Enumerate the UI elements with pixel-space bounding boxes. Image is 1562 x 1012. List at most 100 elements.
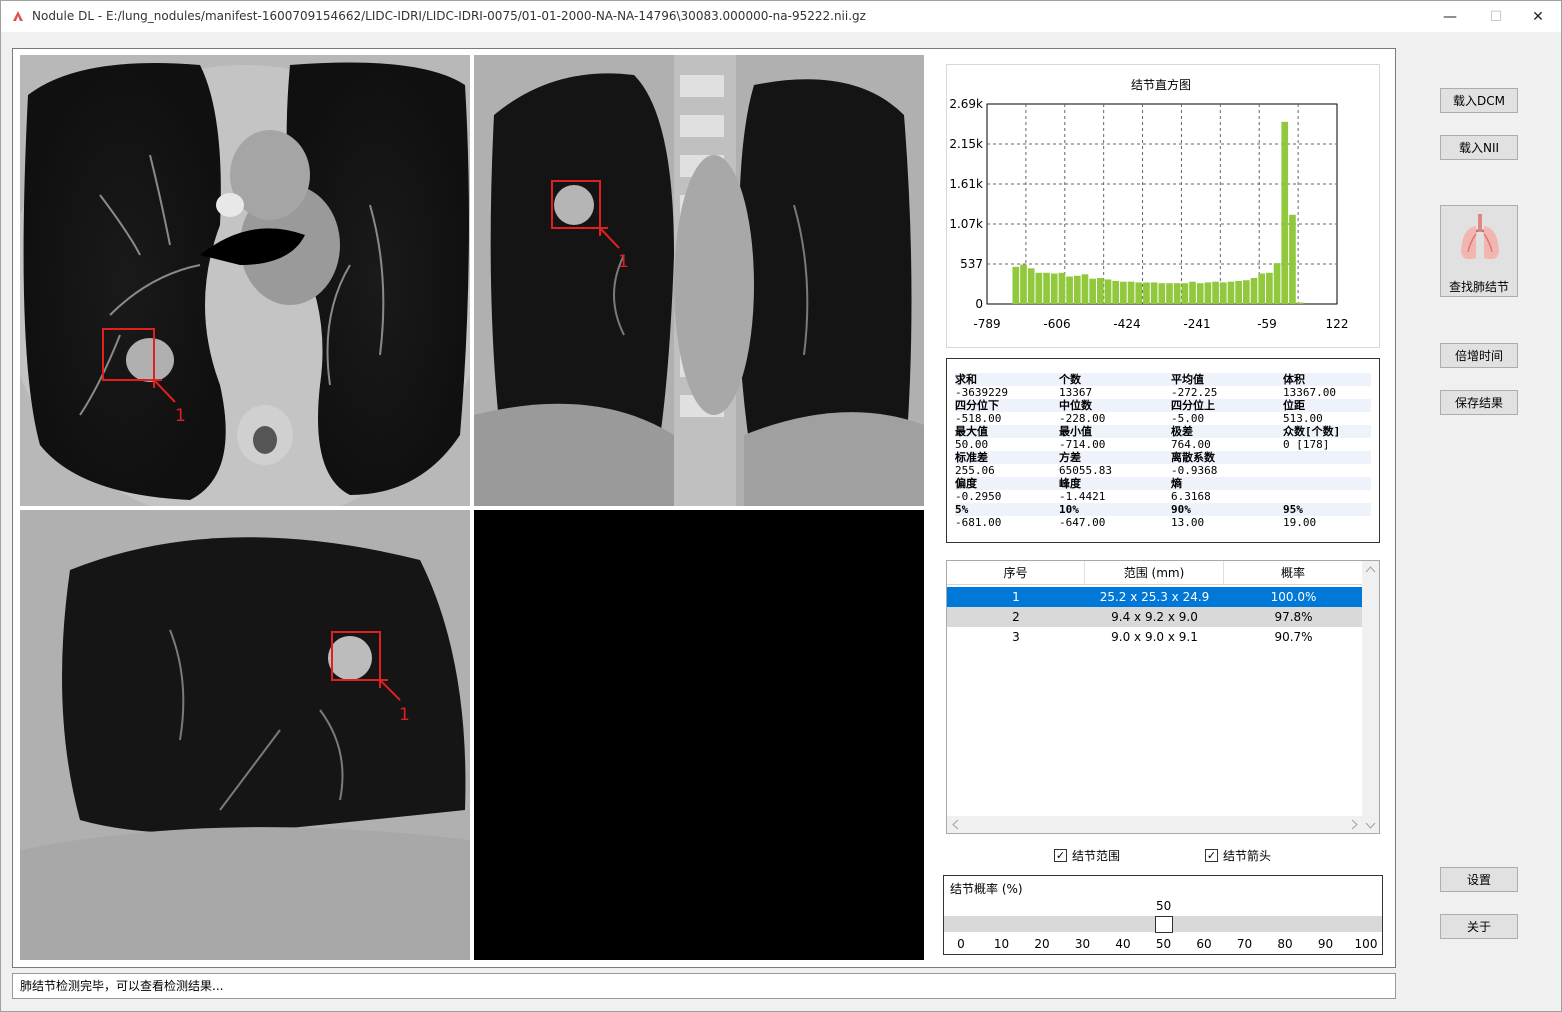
- stat-label: 个数: [1059, 373, 1081, 386]
- histogram-bar: [1204, 282, 1212, 304]
- slider-tick-label: 10: [993, 937, 1010, 951]
- title-bar: Nodule DL - E:/lung_nodules/manifest-160…: [1, 1, 1561, 32]
- sagittal-ct-viewer[interactable]: 1: [20, 510, 470, 960]
- coronal-nodule-label: 1: [618, 252, 629, 272]
- stat-value: 255.06: [955, 464, 995, 477]
- stats-label-row: 5% 10% 90% 95%: [955, 503, 1371, 516]
- settings-button[interactable]: 设置: [1440, 867, 1518, 892]
- table-row[interactable]: 1 25.2 x 25.3 x 24.9 100.0%: [947, 587, 1363, 607]
- cell-index: 2: [1012, 610, 1020, 624]
- stat-label: 众数[个数]: [1283, 425, 1341, 438]
- axial-ct-viewer[interactable]: 1: [20, 55, 470, 506]
- stats-value-row: -518.00 -228.00 -5.00 513.00: [955, 412, 1371, 425]
- minimize-button[interactable]: —: [1427, 1, 1473, 32]
- slider-tick-label: 0: [957, 937, 965, 951]
- stat-label: 10%: [1059, 503, 1079, 516]
- column-header-index[interactable]: 序号: [947, 561, 1085, 585]
- table-header: 序号 范围 (mm) 概率: [947, 561, 1363, 585]
- stats-value-row: -3639229 13367 -272.25 13367.00: [955, 386, 1371, 399]
- stat-value: -272.25: [1171, 386, 1218, 399]
- window-title: Nodule DL - E:/lung_nodules/manifest-160…: [32, 9, 866, 23]
- x-tick-label: -606: [1043, 317, 1070, 331]
- column-header-range[interactable]: 范围 (mm): [1085, 561, 1224, 585]
- table-row[interactable]: 2 9.4 x 9.2 x 9.0 97.8%: [947, 607, 1363, 627]
- y-tick-label: 1.61k: [949, 177, 983, 191]
- stat-value: -518.00: [955, 412, 1002, 425]
- stat-label: 标准差: [955, 451, 988, 464]
- nodule-table: 序号 范围 (mm) 概率 1 25.2 x 25.3 x 24.9 100.0% 2…: [946, 560, 1380, 834]
- load-nii-button[interactable]: 载入NII: [1440, 135, 1518, 160]
- table-vertical-scrollbar[interactable]: [1362, 561, 1379, 833]
- stat-value: -681.00: [955, 516, 1002, 529]
- histogram-title: 结节直方图: [1131, 77, 1191, 92]
- show-range-checkbox[interactable]: ✓ 结节范围: [1054, 847, 1120, 864]
- stat-label: 方差: [1059, 451, 1081, 464]
- stat-value: -1.4421: [1059, 490, 1106, 503]
- histogram-bar: [1266, 272, 1273, 304]
- histogram-chart: 结节直方图 0 537 1.07k 1.61k 2.15k 2.69k -789 -606 -…: [949, 77, 1348, 331]
- scroll-up-icon: [1365, 566, 1376, 573]
- stat-value: 13367: [1059, 386, 1093, 399]
- table-horizontal-scrollbar[interactable]: [947, 816, 1363, 833]
- lungs-icon: [1461, 214, 1499, 260]
- histogram-panel: 结节直方图 0 537 1.07k 1.61k 2.15k 2.69k -789 -606 -…: [946, 64, 1380, 348]
- slider-tick-label: 70: [1236, 937, 1253, 951]
- render-viewer[interactable]: [474, 510, 924, 960]
- histogram-bar: [1250, 277, 1258, 304]
- axial-ct-image: 1: [20, 55, 470, 506]
- stat-label: 最小值: [1059, 425, 1092, 438]
- save-result-button[interactable]: 保存结果: [1440, 390, 1518, 415]
- close-button[interactable]: ✕: [1515, 1, 1561, 32]
- show-arrow-checkbox[interactable]: ✓ 结节箭头: [1205, 847, 1271, 864]
- about-button[interactable]: 关于: [1440, 914, 1518, 939]
- stat-value: 513.00: [1283, 412, 1323, 425]
- column-header-probability[interactable]: 概率: [1224, 561, 1363, 585]
- find-nodule-button[interactable]: 查找肺结节: [1440, 205, 1518, 297]
- probability-label: 结节概率 (%): [950, 882, 1023, 896]
- histogram-bar: [1012, 266, 1020, 304]
- histogram-bar: [1150, 282, 1158, 304]
- coronal-ct-viewer[interactable]: 1: [474, 55, 924, 506]
- histogram-bar: [1050, 273, 1058, 304]
- cell-index: 3: [1012, 630, 1020, 644]
- histogram-bar: [1196, 283, 1204, 304]
- y-tick-label: 2.69k: [949, 97, 983, 111]
- slider-tick-label: 30: [1074, 937, 1091, 951]
- histogram-bar: [1066, 276, 1073, 304]
- slider-tick-label: 20: [1034, 937, 1050, 951]
- y-tick-label: 0: [975, 297, 983, 311]
- histogram-bar: [1104, 279, 1112, 304]
- histogram-bar: [1073, 275, 1081, 304]
- cell-probability: 100.0%: [1270, 590, 1317, 604]
- histogram-bar: [1227, 281, 1235, 304]
- stats-label-row: 标准差 方差 离散系数: [955, 451, 1371, 464]
- stat-value: 65055.83: [1059, 464, 1112, 477]
- probability-slider-thumb[interactable]: [1154, 916, 1173, 933]
- probability-value: 50: [1156, 899, 1172, 913]
- slider-tick-label: 90: [1317, 937, 1334, 951]
- maximize-button[interactable]: ☐: [1473, 1, 1519, 32]
- histogram-bar: [1043, 272, 1050, 304]
- cell-probability: 97.8%: [1274, 610, 1313, 624]
- histogram-bar: [1020, 264, 1027, 304]
- table-row[interactable]: 3 9.0 x 9.0 x 9.1 90.7%: [947, 627, 1363, 647]
- sagittal-ct-image: 1: [20, 510, 470, 960]
- stat-value: -228.00: [1059, 412, 1106, 425]
- sagittal-nodule-label: 1: [399, 705, 410, 725]
- probability-panel: 结节概率 (%) 50 0 10 20 30 40 50 60 70 80 90 100: [943, 875, 1383, 955]
- y-tick-label: 537: [960, 257, 983, 271]
- doubling-time-button[interactable]: 倍增时间: [1440, 343, 1518, 368]
- histogram-bar: [1242, 280, 1250, 304]
- stat-value: -0.2950: [955, 490, 1002, 503]
- find-nodule-label: 查找肺结节: [1448, 280, 1509, 294]
- coronal-ct-image: 1: [474, 55, 924, 506]
- stat-value: -647.00: [1059, 516, 1106, 529]
- stats-value-row: -681.00 -647.00 13.00 19.00: [955, 516, 1371, 529]
- stat-label: 峰度: [1059, 477, 1081, 490]
- histogram-bar: [1166, 283, 1173, 304]
- y-tick-label: 1.07k: [949, 217, 983, 231]
- application-window: Nodule DL - E:/lung_nodules/manifest-160…: [0, 0, 1562, 1012]
- load-dcm-button[interactable]: 载入DCM: [1440, 88, 1518, 113]
- stat-label: 5%: [955, 503, 969, 516]
- histogram-bar: [1096, 277, 1104, 304]
